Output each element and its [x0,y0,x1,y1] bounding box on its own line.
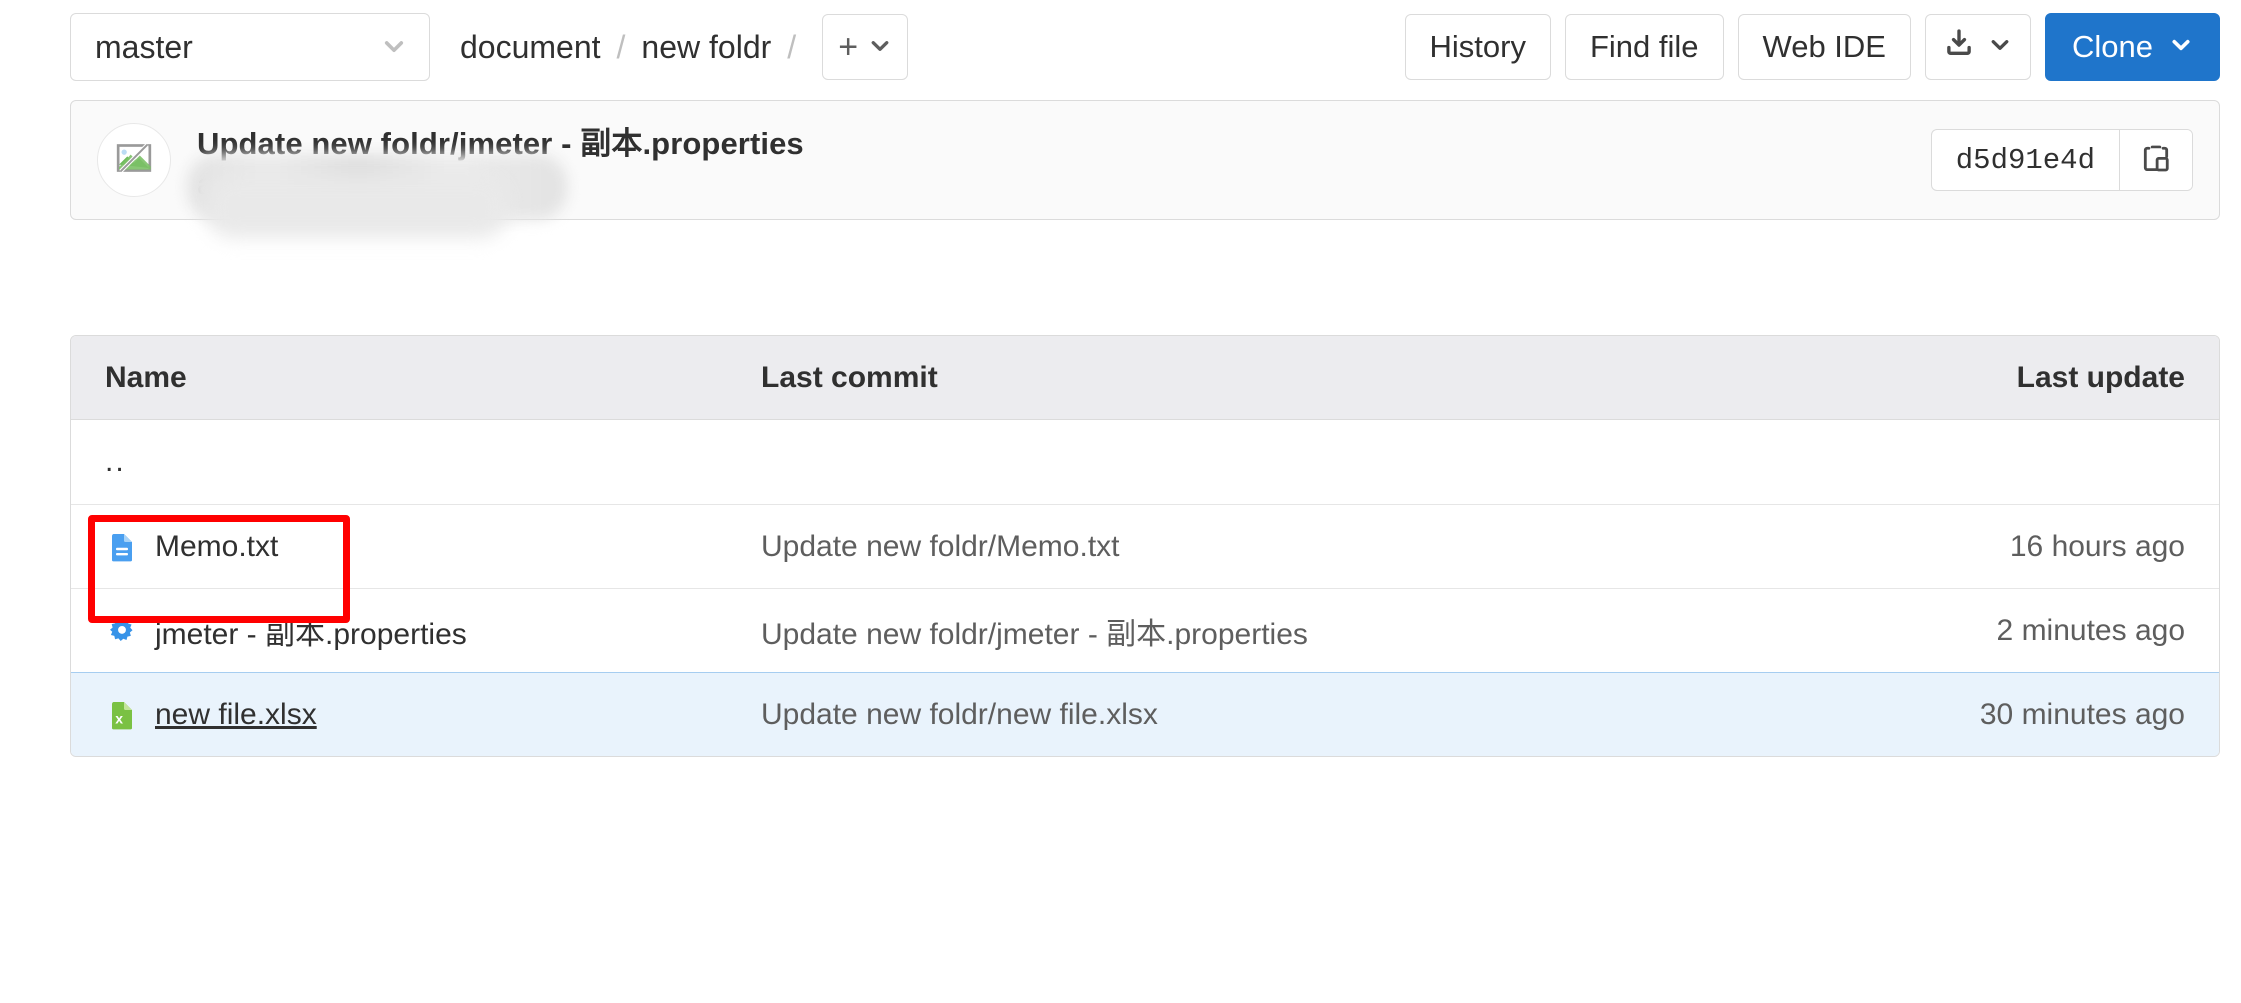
download-icon [1944,28,1974,66]
plus-icon: + [838,28,859,66]
column-header-name: Name [105,360,187,394]
column-header-last-update: Last update [2016,360,2185,394]
row-last-commit[interactable]: Update new foldr/Memo.txt [761,530,1699,564]
breadcrumb-separator: / [616,28,626,65]
branch-selector-label: master [95,28,193,65]
gear-icon [105,614,139,648]
branch-selector[interactable]: master [70,13,430,81]
repository-toolbar: master document / new foldr / + History … [70,8,2220,86]
chevron-down-icon [2169,29,2193,65]
last-commit-panel: Update new foldr/jmeter - 副本.properties … [70,100,2220,238]
chevron-down-icon [381,34,407,60]
web-ide-button[interactable]: Web IDE [1737,14,1911,80]
parent-directory-row[interactable]: .. [71,420,2219,504]
row-last-commit[interactable]: Update new foldr/new file.xlsx [761,698,1699,732]
avatar[interactable] [97,123,171,197]
file-link-jmeter-properties[interactable]: jmeter - 副本.properties [155,609,467,653]
add-to-tree-button[interactable]: + [822,14,909,80]
commit-sha[interactable]: d5d91e4d [1932,130,2120,190]
download-button[interactable] [1925,14,2031,80]
parent-directory-link[interactable]: .. [105,445,126,478]
breadcrumb-item-new-foldr[interactable]: new foldr [637,29,775,66]
chevron-down-icon [1988,29,2012,65]
toolbar-actions: History Find file Web IDE Clone [1404,13,2220,81]
copy-sha-button[interactable] [2120,130,2192,190]
clipboard-icon [2141,143,2171,178]
commit-sha-group: d5d91e4d [1930,129,2193,191]
file-link-memo-txt[interactable]: Memo.txt [155,530,278,564]
table-row[interactable]: x new file.xlsx Update new foldr/new fil… [71,672,2219,756]
row-last-commit[interactable]: Update new foldr/jmeter - 副本.properties [761,609,1699,653]
commit-author-meta: authored 2 minutes ago [197,169,804,202]
repository-file-browser: master document / new foldr / + History … [0,0,2241,1003]
history-button[interactable]: History [1404,14,1551,80]
row-last-update: 2 minutes ago [1996,613,2185,647]
table-row[interactable]: Memo.txt Update new foldr/Memo.txt 16 ho… [71,504,2219,588]
row-last-update: 30 minutes ago [1979,697,2185,731]
commit-timestamp: authored 2 minutes ago [197,169,502,201]
svg-text:x: x [115,710,123,726]
clone-button-label: Clone [2072,29,2153,64]
commit-message[interactable]: Update new foldr/jmeter - 副本.properties [197,118,804,163]
commit-details: Update new foldr/jmeter - 副本.properties … [187,118,804,238]
broken-image-icon [114,138,154,183]
clone-button[interactable]: Clone [2045,13,2220,81]
breadcrumb-item-document[interactable]: document [456,29,605,66]
breadcrumb: document / new foldr / + [456,14,909,80]
column-header-last-commit: Last commit [761,360,938,394]
find-file-button[interactable]: Find file [1564,14,1724,80]
file-link-new-file-xlsx[interactable]: new file.xlsx [155,698,317,732]
breadcrumb-separator-2: / [787,28,797,65]
chevron-down-icon [868,29,892,66]
file-tree-header: Name Last commit Last update [71,336,2219,420]
excel-spreadsheet-icon: x [105,698,139,732]
text-document-icon [105,530,139,564]
row-last-update: 16 hours ago [2009,529,2185,563]
table-row[interactable]: jmeter - 副本.properties Update new foldr/… [71,588,2219,672]
file-tree: Name Last commit Last update .. Memo.txt… [70,335,2220,757]
